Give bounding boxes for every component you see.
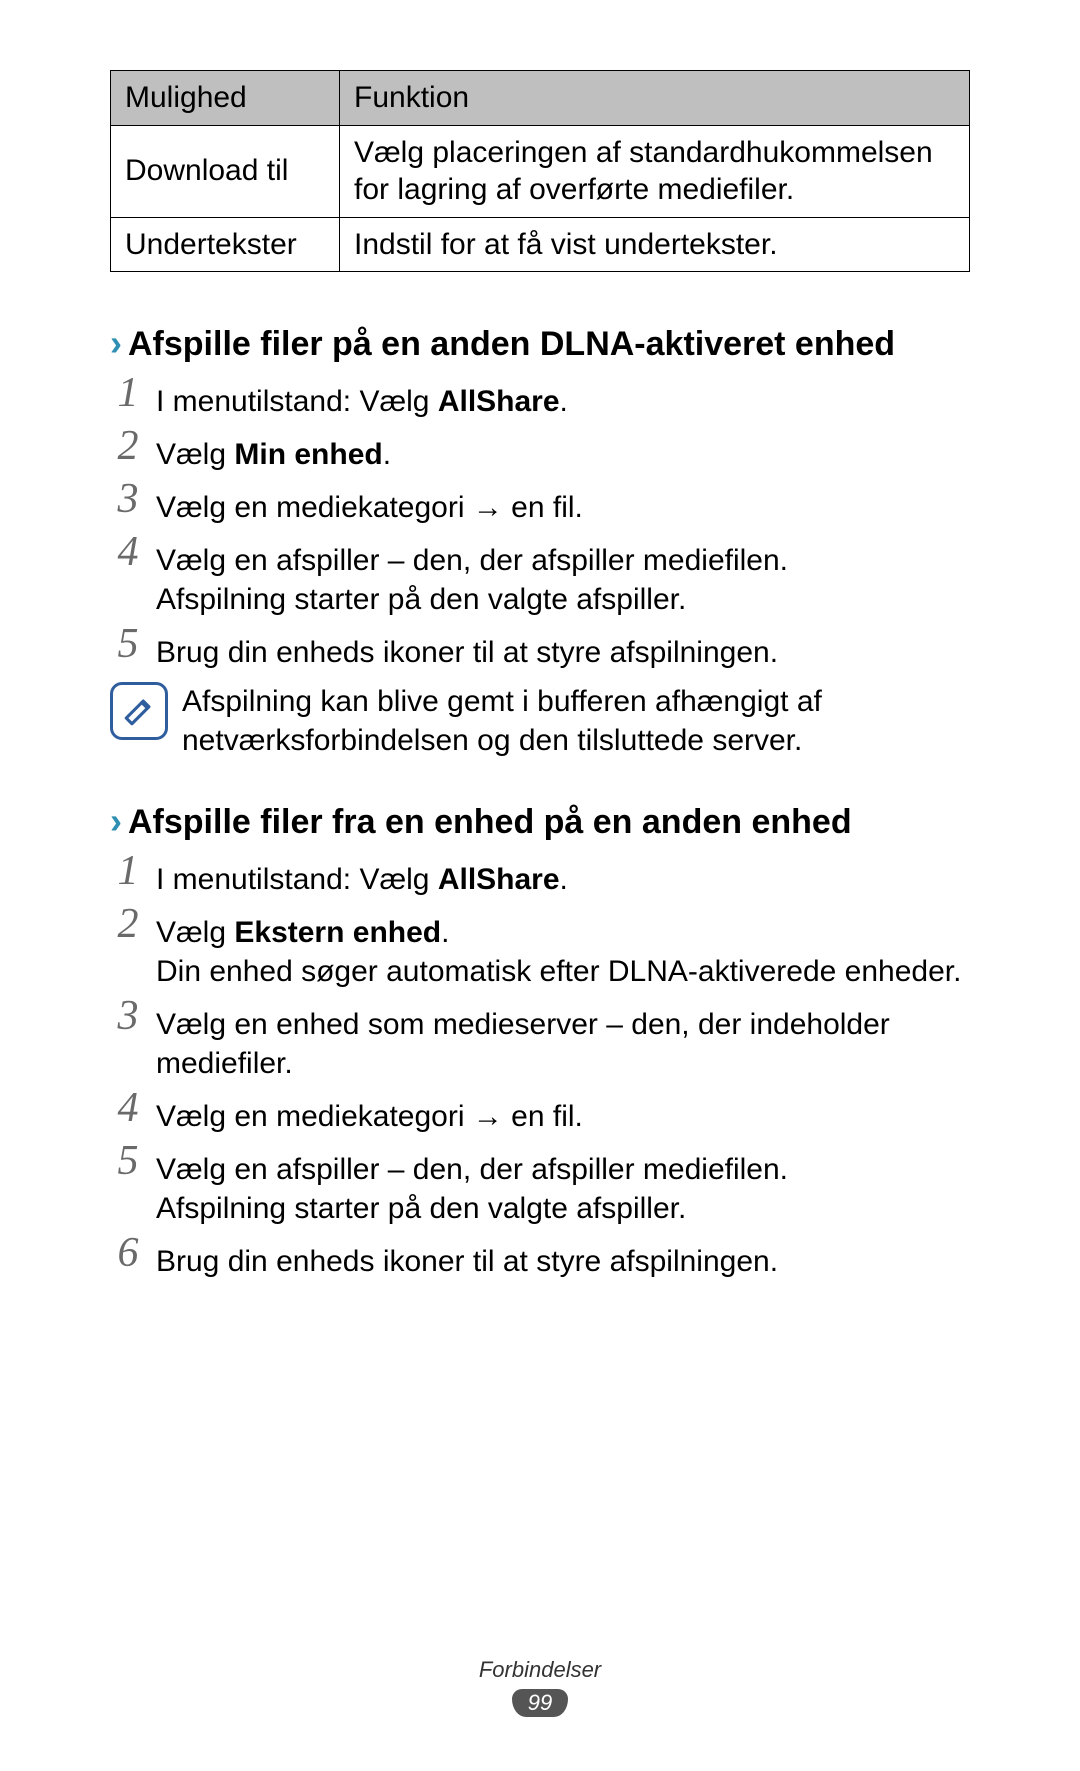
section-heading-dlna: › Afspille filer på en anden DLNA-aktive… bbox=[110, 322, 970, 364]
step-text: . bbox=[383, 438, 391, 471]
pencil-square-icon bbox=[110, 682, 168, 740]
cell-function: Indstil for at få vist undertekster. bbox=[340, 217, 970, 272]
step-text: Vælg en enhed som medieserver – den, der… bbox=[156, 1008, 890, 1080]
step-text: Afspilning starter på den valgte afspill… bbox=[156, 583, 686, 616]
cell-option: Download til bbox=[111, 125, 340, 217]
page: Mulighed Funktion Download til Vælg plac… bbox=[0, 0, 1080, 1771]
step-text: Vælg bbox=[156, 438, 234, 471]
step-item: Brug din enheds ikoner til at styre afsp… bbox=[110, 629, 970, 676]
step-item: Vælg en afspiller – den, der afspiller m… bbox=[110, 537, 970, 623]
step-text: . bbox=[560, 385, 568, 418]
step-item: Vælg Min enhed. bbox=[110, 431, 970, 478]
section-title-text: Afspille filer fra en enhed på en anden … bbox=[128, 803, 852, 842]
step-item: I menutilstand: Vælg AllShare. bbox=[110, 378, 970, 425]
page-number: 99 bbox=[512, 1689, 568, 1717]
page-footer: Forbindelser 99 bbox=[0, 1657, 1080, 1717]
step-text: Brug din enheds ikoner til at styre afsp… bbox=[156, 1245, 778, 1278]
step-text: I menutilstand: Vælg bbox=[156, 385, 438, 418]
step-bold: AllShare bbox=[438, 385, 560, 418]
step-text: . bbox=[441, 916, 449, 949]
table-row: Undertekster Indstil for at få vist unde… bbox=[111, 217, 970, 272]
step-text: Din enhed søger automatisk efter DLNA-ak… bbox=[156, 955, 961, 988]
chevron-icon: › bbox=[110, 800, 122, 842]
options-table: Mulighed Funktion Download til Vælg plac… bbox=[110, 70, 970, 272]
step-item: Vælg en mediekategori → en fil. bbox=[110, 1093, 970, 1140]
step-bold: Min enhed bbox=[234, 438, 382, 471]
step-item: Vælg en mediekategori → en fil. bbox=[110, 484, 970, 531]
step-text: Vælg en mediekategori → en fil. bbox=[156, 1100, 583, 1133]
step-text: Brug din enheds ikoner til at styre afsp… bbox=[156, 636, 778, 669]
step-text: Vælg en afspiller – den, der afspiller m… bbox=[156, 544, 788, 577]
step-text: . bbox=[560, 863, 568, 896]
cell-function: Vælg placeringen af standardhukommelsen … bbox=[340, 125, 970, 217]
steps-list-2: I menutilstand: Vælg AllShare. Vælg Ekst… bbox=[110, 856, 970, 1285]
th-option: Mulighed bbox=[111, 71, 340, 126]
step-item: Vælg en afspiller – den, der afspiller m… bbox=[110, 1146, 970, 1232]
cell-option: Undertekster bbox=[111, 217, 340, 272]
section-heading-other-device: › Afspille filer fra en enhed på en ande… bbox=[110, 800, 970, 842]
step-item: I menutilstand: Vælg AllShare. bbox=[110, 856, 970, 903]
note-text: Afspilning kan blive gemt i bufferen afh… bbox=[182, 682, 970, 760]
step-text: Vælg en afspiller – den, der afspiller m… bbox=[156, 1153, 788, 1186]
step-text: Afspilning starter på den valgte afspill… bbox=[156, 1192, 686, 1225]
chevron-icon: › bbox=[110, 322, 122, 364]
step-item: Brug din enheds ikoner til at styre afsp… bbox=[110, 1238, 970, 1285]
section-title-text: Afspille filer på en anden DLNA-aktivere… bbox=[128, 325, 895, 364]
step-bold: Ekstern enhed bbox=[234, 916, 441, 949]
step-text: Vælg bbox=[156, 916, 234, 949]
step-text: I menutilstand: Vælg bbox=[156, 863, 438, 896]
table-row: Download til Vælg placeringen af standar… bbox=[111, 125, 970, 217]
step-bold: AllShare bbox=[438, 863, 560, 896]
step-item: Vælg Ekstern enhed. Din enhed søger auto… bbox=[110, 909, 970, 995]
step-item: Vælg en enhed som medieserver – den, der… bbox=[110, 1001, 970, 1087]
note: Afspilning kan blive gemt i bufferen afh… bbox=[110, 682, 970, 760]
th-function: Funktion bbox=[340, 71, 970, 126]
footer-section-label: Forbindelser bbox=[0, 1657, 1080, 1683]
step-text: Vælg en mediekategori → en fil. bbox=[156, 491, 583, 524]
steps-list-1: I menutilstand: Vælg AllShare. Vælg Min … bbox=[110, 378, 970, 676]
